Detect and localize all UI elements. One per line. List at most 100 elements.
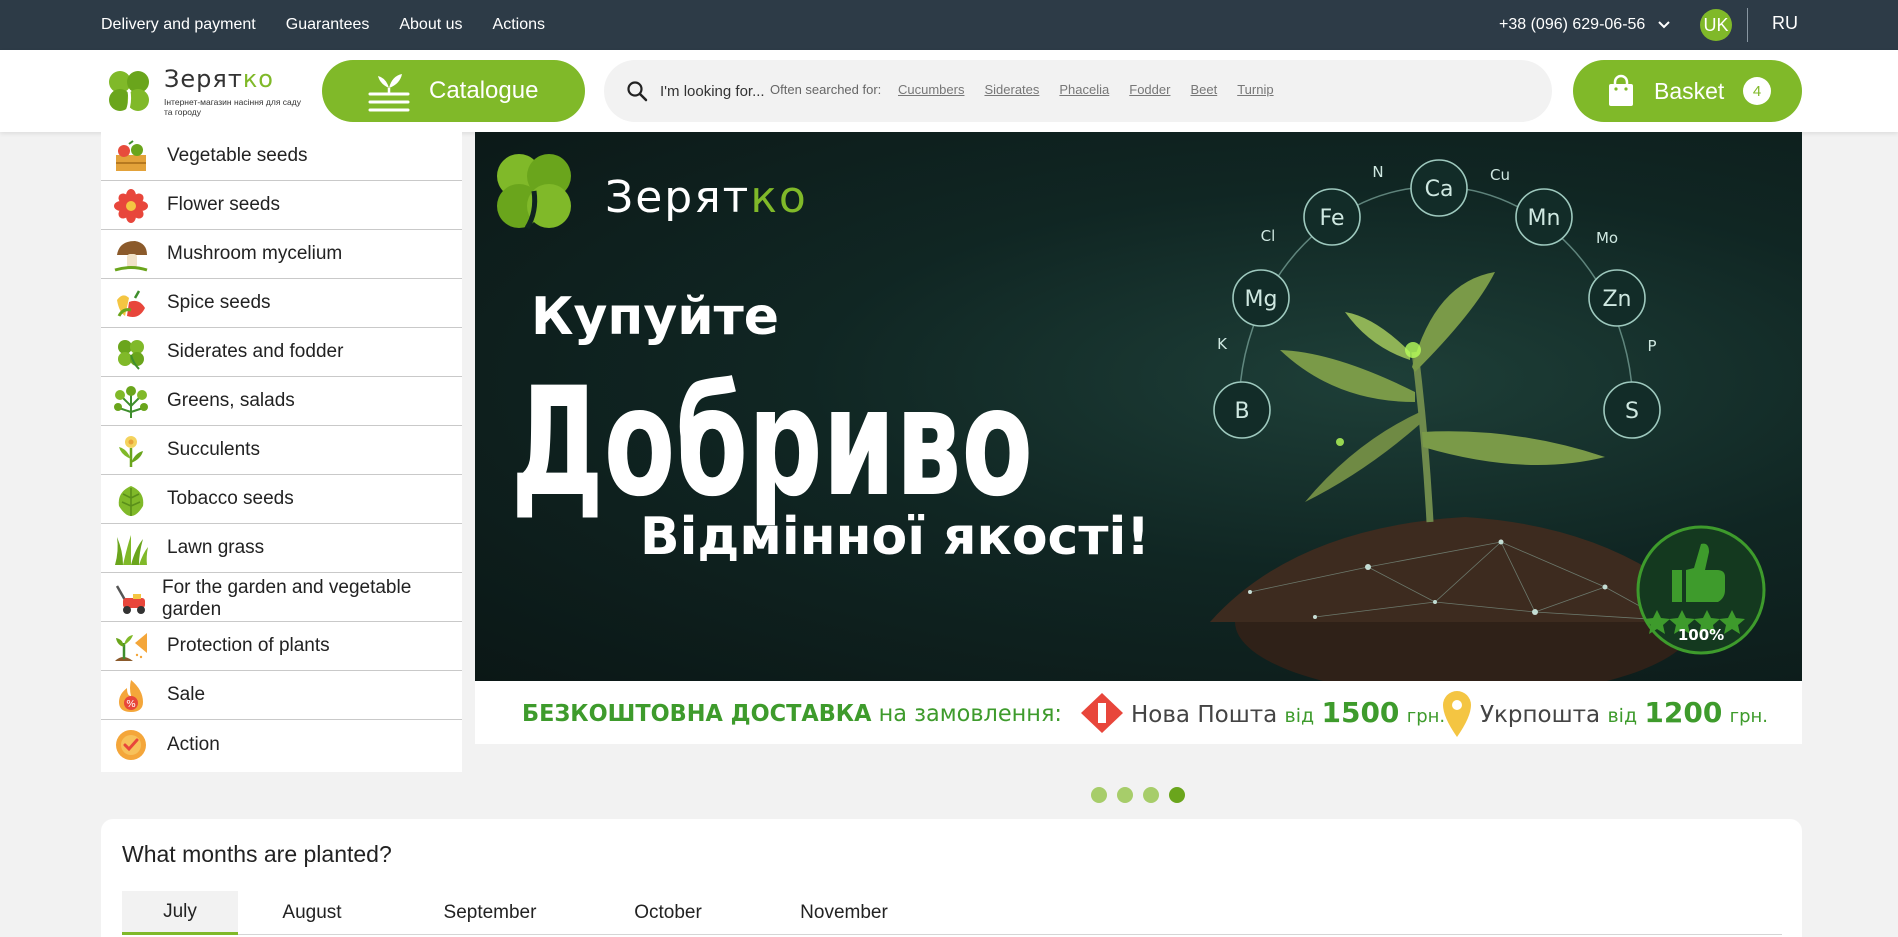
element-k: K	[1217, 335, 1228, 353]
element-s: S	[1625, 399, 1639, 424]
banner-brand: Зерятко	[605, 172, 808, 223]
category-label: Sale	[167, 684, 206, 705]
top-link-guarantees[interactable]: Guarantees	[286, 16, 370, 34]
mushroom-icon	[114, 241, 148, 272]
nova-poshta-name: Нова Пошта	[1131, 702, 1277, 728]
banner-artwork: Зерятко Купуйте Добриво Відмінної якості…	[497, 154, 1766, 681]
catalogue-sprout-icon	[368, 74, 410, 112]
category-tobacco-seeds[interactable]: Tobacco seeds	[101, 475, 462, 524]
basket-button[interactable]: Basket 4	[1573, 60, 1802, 122]
phone-dropdown[interactable]: +38 (096) 629-06-56	[1499, 0, 1671, 50]
phone-number: +38 (096) 629-06-56	[1499, 16, 1646, 33]
slider-dot-4[interactable]	[1169, 787, 1185, 803]
language-uk[interactable]: UK	[1700, 9, 1732, 41]
promo-banner[interactable]: Зерятко Купуйте Добриво Відмінної якості…	[475, 132, 1802, 681]
months-title: What months are planted?	[122, 841, 392, 867]
banner-line-quality: Відмінної якості!	[640, 507, 1150, 567]
badge-label: 100%	[1678, 626, 1724, 644]
element-b: B	[1234, 399, 1249, 424]
nova-poshta-amount: 1500	[1321, 696, 1399, 729]
language-ru[interactable]: RU	[1772, 0, 1798, 50]
category-siderates-fodder[interactable]: Siderates and fodder	[101, 328, 462, 377]
slider-dot-1[interactable]	[1091, 787, 1107, 803]
flower-icon	[114, 189, 148, 223]
category-mushroom-mycelium[interactable]: Mushroom mycelium	[101, 230, 462, 279]
element-mo: Mo	[1596, 229, 1618, 247]
element-zn: Zn	[1602, 287, 1631, 312]
ukrposhta-amount: 1200	[1644, 696, 1722, 729]
delivery-strip: БЕЗКОШТОВНА ДОСТАВКА на замовлення: Нова…	[475, 681, 1802, 744]
plant-illustration	[1280, 272, 1605, 523]
sprout-shield-icon	[115, 633, 147, 661]
planting-months-panel: What months are planted? July August Sep…	[101, 819, 1802, 937]
from-label-2: від	[1607, 705, 1637, 727]
category-label: Spice seeds	[167, 292, 271, 313]
category-label: Protection of plants	[167, 635, 330, 656]
currency-2: грн.	[1730, 706, 1768, 727]
svg-text:Нова Пошта від 150: Нова Пошта від 1500 грн.	[1131, 696, 1445, 729]
often-searched-tags: Cucumbers Siderates Phacelia Fodder Beet…	[898, 82, 1294, 97]
banner-line-buy: Купуйте	[531, 287, 779, 347]
shopping-bag-icon	[1609, 74, 1633, 106]
tag-siderates[interactable]: Siderates	[984, 82, 1039, 97]
tag-phacelia[interactable]: Phacelia	[1059, 82, 1109, 97]
tag-turnip[interactable]: Turnip	[1237, 82, 1273, 97]
category-action[interactable]: Action	[101, 720, 462, 769]
element-p: P	[1647, 337, 1656, 355]
tab-july[interactable]: July	[122, 891, 238, 935]
ukrposhta-icon	[1443, 691, 1471, 737]
tab-october[interactable]: October	[618, 891, 718, 935]
pepper-icon	[117, 290, 145, 317]
logo[interactable]: Зерятко Інтернет-магазин насіння для сад…	[104, 62, 304, 120]
tag-fodder[interactable]: Fodder	[1129, 82, 1170, 97]
element-n: N	[1372, 163, 1383, 181]
category-flower-seeds[interactable]: Flower seeds	[101, 181, 462, 230]
nova-poshta-icon	[1081, 693, 1123, 733]
top-link-about[interactable]: About us	[399, 16, 462, 34]
category-vegetable-seeds[interactable]: Vegetable seeds	[101, 132, 462, 181]
top-link-delivery[interactable]: Delivery and payment	[101, 16, 256, 34]
category-spice-seeds[interactable]: Spice seeds	[101, 279, 462, 328]
slider-dot-3[interactable]	[1143, 787, 1159, 803]
catalogue-button[interactable]: Catalogue	[322, 60, 585, 122]
clover-logo-icon	[109, 71, 149, 114]
catalogue-label: Catalogue	[429, 77, 539, 104]
element-mg: Mg	[1245, 287, 1278, 312]
category-greens-salads[interactable]: Greens, salads	[101, 377, 462, 426]
delivery-strip-art: БЕЗКОШТОВНА ДОСТАВКА на замовлення: Нова…	[522, 691, 1768, 737]
category-succulents[interactable]: Succulents	[101, 426, 462, 475]
category-label: For the garden and vegetable garden	[162, 577, 412, 620]
category-lawn-grass[interactable]: Lawn grass	[101, 524, 462, 573]
search-bar: Often searched for: Cucumbers Siderates …	[604, 60, 1552, 122]
category-garden-tools[interactable]: For the garden and vegetable garden	[101, 573, 462, 622]
ukrposhta-name: Укрпошта	[1480, 702, 1600, 728]
search-icon[interactable]	[626, 80, 648, 102]
category-sidebar: Vegetable seeds Flower seeds Mushroom my…	[101, 132, 462, 772]
tab-november[interactable]: November	[784, 891, 904, 935]
slider-dot-2[interactable]	[1117, 787, 1133, 803]
tobacco-leaf-icon	[118, 486, 144, 516]
element-cu: Cu	[1490, 166, 1510, 184]
succulent-icon	[119, 436, 143, 467]
tag-cucumbers[interactable]: Cucumbers	[898, 82, 964, 97]
top-bar: Delivery and payment Guarantees About us…	[0, 0, 1898, 50]
free-delivery-label: БЕЗКОШТОВНА ДОСТАВКА	[522, 701, 872, 727]
tag-beet[interactable]: Beet	[1190, 82, 1217, 97]
top-link-actions[interactable]: Actions	[493, 16, 545, 34]
logo-name: Зерятко	[164, 65, 274, 93]
logo-tagline: Інтернет-магазин насіння для саду та гор…	[164, 97, 301, 117]
category-plant-protection[interactable]: Protection of plants	[101, 622, 462, 671]
slider-dots	[1091, 787, 1195, 803]
element-ca: Ca	[1425, 177, 1454, 202]
tab-september[interactable]: September	[425, 891, 555, 935]
tab-august[interactable]: August	[262, 891, 362, 935]
parsley-icon	[114, 386, 148, 418]
svg-text:%: %	[126, 699, 136, 710]
category-label: Tobacco seeds	[167, 488, 294, 509]
category-label: Siderates and fodder	[167, 341, 344, 362]
search-input[interactable]	[660, 80, 772, 102]
element-cl: Cl	[1261, 227, 1276, 245]
category-sale[interactable]: % Sale	[101, 671, 462, 720]
delivery-on-order: на замовлення:	[879, 701, 1062, 727]
category-label: Action	[167, 733, 220, 755]
